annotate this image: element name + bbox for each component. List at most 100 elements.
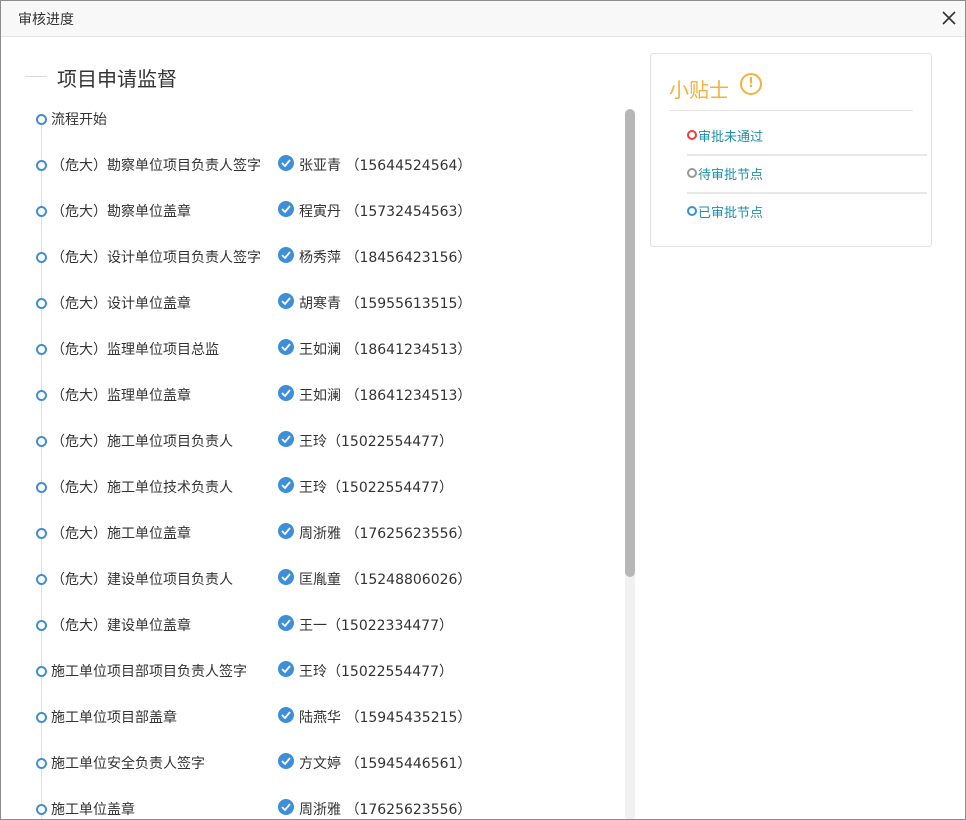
heading-dash [25, 76, 47, 77]
status-ring-icon [687, 130, 697, 140]
step-name: 施工单位盖章 [51, 802, 135, 818]
step-name: （危大）建设单位项目负责人 [51, 572, 233, 588]
node-dot-icon [36, 114, 47, 125]
approver-name: 王一（15022334477） [299, 618, 453, 634]
approver-name: 胡寒青 （15955613515） [299, 296, 472, 312]
flow-step: （危大）监理单位项目总监 王如澜 （18641234513） [29, 337, 609, 361]
legend-item: 审批未通过 [687, 118, 927, 156]
tips-divider [669, 110, 913, 111]
flow-step: 施工单位盖章 周浙雅 （17625623556） [29, 797, 609, 819]
step-name: （危大）勘察单位项目负责人签字 [51, 158, 261, 174]
check-circle-icon [278, 293, 294, 309]
node-dot-icon [36, 390, 47, 401]
flow-start-label: 流程开始 [51, 112, 107, 128]
flow-step: 施工单位安全负责人签字 方文婷 （15945446561） [29, 751, 609, 775]
close-button[interactable] [939, 8, 959, 28]
approval-flow: 流程开始 （危大）勘察单位项目负责人签字 张亚青 （15644524564） （危大… [29, 101, 609, 819]
node-dot-icon [36, 436, 47, 447]
flow-step: （危大）监理单位盖章 王如澜 （18641234513） [29, 383, 609, 407]
step-name: （危大）设计单位盖章 [51, 296, 191, 312]
check-circle-icon [278, 523, 294, 539]
check-circle-icon [278, 753, 294, 769]
node-dot-icon [36, 574, 47, 585]
flow-step: （危大）建设单位盖章 王一（15022334477） [29, 613, 609, 637]
approver-name: 程寅丹 （15732454563） [299, 204, 472, 220]
step-name: （危大）勘察单位盖章 [51, 204, 191, 220]
node-dot-icon [36, 252, 47, 263]
legend-item: 已审批节点 [687, 194, 927, 232]
approval-progress-dialog: 审核进度 项目申请监督 流程开始 （危大）勘察单位项目负责人签字 张亚青 （156… [0, 0, 966, 820]
approver-name: 匡胤童 （15248806026） [299, 572, 472, 588]
node-dot-icon [36, 344, 47, 355]
flow-step: （危大）设计单位盖章 胡寒青 （15955613515） [29, 291, 609, 315]
node-dot-icon [36, 160, 47, 171]
step-name: （危大）建设单位盖章 [51, 618, 191, 634]
step-name: 施工单位项目部项目负责人签字 [51, 664, 247, 680]
check-circle-icon [278, 201, 294, 217]
exclamation-circle-icon: ! [740, 73, 762, 95]
legend-label: 待审批节点 [698, 168, 764, 183]
step-name: （危大）设计单位项目负责人签字 [51, 250, 261, 266]
check-circle-icon [278, 707, 294, 723]
node-dot-icon [36, 620, 47, 631]
status-ring-icon [687, 168, 697, 178]
approver-name: 王玲（15022554477） [299, 664, 453, 680]
scrollbar-track[interactable] [625, 109, 635, 819]
step-name: （危大）监理单位盖章 [51, 388, 191, 404]
check-circle-icon [278, 431, 294, 447]
step-name: 施工单位安全负责人签字 [51, 756, 205, 772]
check-circle-icon [278, 247, 294, 263]
flow-step: （危大）施工单位项目负责人 王玲（15022554477） [29, 429, 609, 453]
check-circle-icon [278, 385, 294, 401]
tips-title: 小贴士 [669, 78, 729, 102]
node-dot-icon [36, 666, 47, 677]
flow-step: （危大）施工单位技术负责人 王玲（15022554477） [29, 475, 609, 499]
dialog-titlebar: 审核进度 [1, 1, 965, 37]
legend-label: 已审批节点 [698, 206, 764, 221]
tips-panel: 小贴士 ! 审批未通过待审批节点已审批节点 [650, 53, 932, 247]
check-circle-icon [278, 155, 294, 171]
approver-name: 王玲（15022554477） [299, 480, 453, 496]
dialog-title: 审核进度 [18, 12, 74, 28]
flow-step: （危大）建设单位项目负责人 匡胤童 （15248806026） [29, 567, 609, 591]
flow-step: 施工单位项目部项目负责人签字 王玲（15022554477） [29, 659, 609, 683]
scrollbar-thumb[interactable] [625, 109, 635, 577]
approver-name: 王如澜 （18641234513） [299, 388, 472, 404]
section-title: 项目申请监督 [57, 67, 177, 91]
step-name: 施工单位项目部盖章 [51, 710, 177, 726]
approver-name: 王玲（15022554477） [299, 434, 453, 450]
flow-step: 施工单位项目部盖章 陆燕华 （15945435215） [29, 705, 609, 729]
approver-name: 王如澜 （18641234513） [299, 342, 472, 358]
close-icon [942, 11, 956, 25]
flow-step: （危大）施工单位盖章 周浙雅 （17625623556） [29, 521, 609, 545]
flow-step: （危大）勘察单位项目负责人签字 张亚青 （15644524564） [29, 153, 609, 177]
step-name: （危大）监理单位项目总监 [51, 342, 219, 358]
legend-label: 审批未通过 [698, 130, 764, 145]
check-circle-icon [278, 615, 294, 631]
check-circle-icon [278, 799, 294, 815]
flow-start: 流程开始 [29, 107, 609, 131]
check-circle-icon [278, 661, 294, 677]
node-dot-icon [36, 758, 47, 769]
approver-name: 方文婷 （15945446561） [299, 756, 472, 772]
approver-name: 周浙雅 （17625623556） [299, 526, 472, 542]
node-dot-icon [36, 206, 47, 217]
flow-step: （危大）勘察单位盖章 程寅丹 （15732454563） [29, 199, 609, 223]
flow-step: （危大）设计单位项目负责人签字 杨秀萍 （18456423156） [29, 245, 609, 269]
node-dot-icon [36, 298, 47, 309]
legend-item: 待审批节点 [687, 156, 927, 194]
node-dot-icon [36, 482, 47, 493]
node-dot-icon [36, 528, 47, 539]
approver-name: 周浙雅 （17625623556） [299, 802, 472, 818]
step-name: （危大）施工单位盖章 [51, 526, 191, 542]
approver-name: 张亚青 （15644524564） [299, 158, 472, 174]
step-name: （危大）施工单位技术负责人 [51, 480, 233, 496]
check-circle-icon [278, 477, 294, 493]
check-circle-icon [278, 569, 294, 585]
status-ring-icon [687, 206, 697, 216]
check-circle-icon [278, 339, 294, 355]
node-dot-icon [36, 804, 47, 815]
approver-name: 陆燕华 （15945435215） [299, 710, 472, 726]
step-name: （危大）施工单位项目负责人 [51, 434, 233, 450]
approver-name: 杨秀萍 （18456423156） [299, 250, 472, 266]
